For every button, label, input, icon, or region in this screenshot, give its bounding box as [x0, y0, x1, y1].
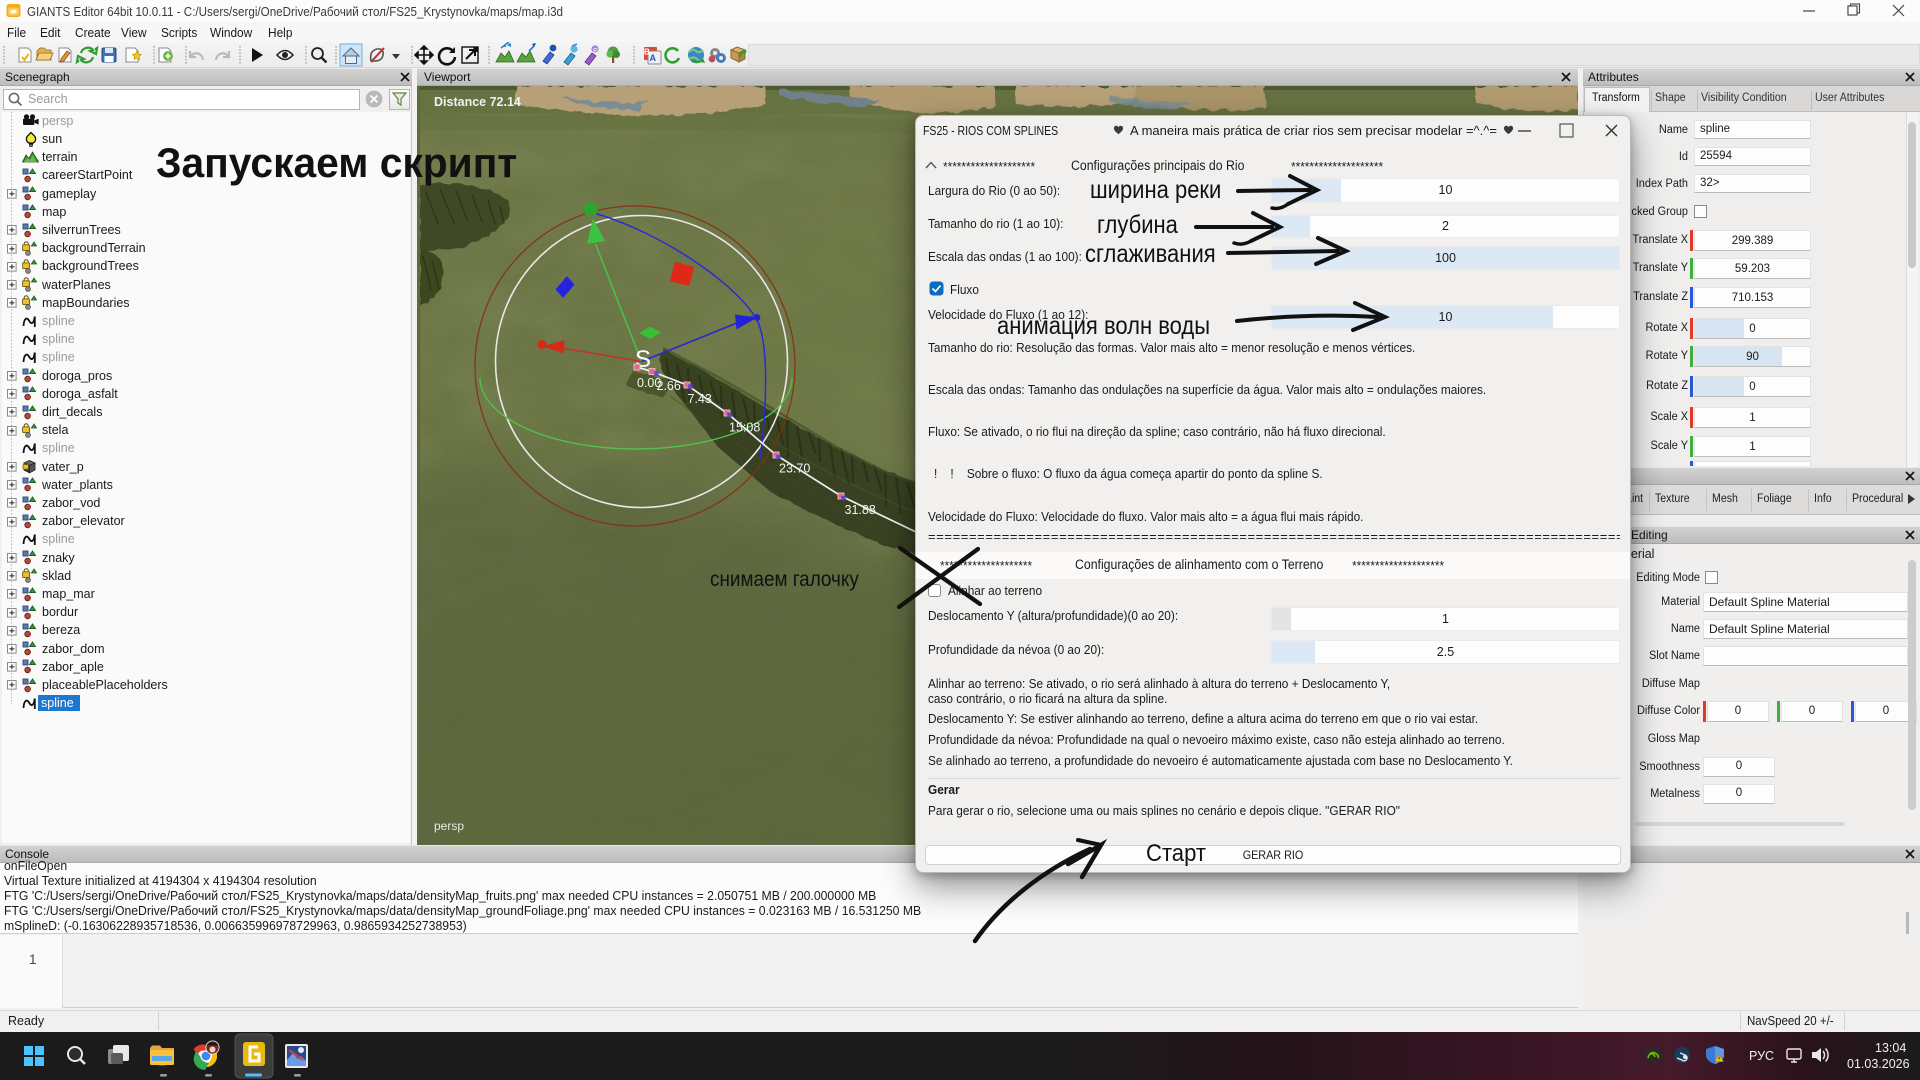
svg-text:Distance 72.14: Distance 72.14 — [434, 95, 521, 109]
svg-text:B: B — [644, 48, 650, 57]
svg-text:A: A — [650, 53, 657, 63]
svg-text:15:08: 15:08 — [729, 421, 760, 435]
svg-text:7.43: 7.43 — [688, 392, 712, 406]
svg-text:P: P — [593, 48, 598, 55]
svg-text:persp: persp — [434, 819, 464, 833]
svg-text:РУС: РУС — [1749, 1049, 1774, 1063]
svg-text:31.88: 31.88 — [845, 503, 876, 517]
svg-text:23.70: 23.70 — [779, 462, 810, 476]
svg-text:2.66: 2.66 — [657, 379, 681, 393]
